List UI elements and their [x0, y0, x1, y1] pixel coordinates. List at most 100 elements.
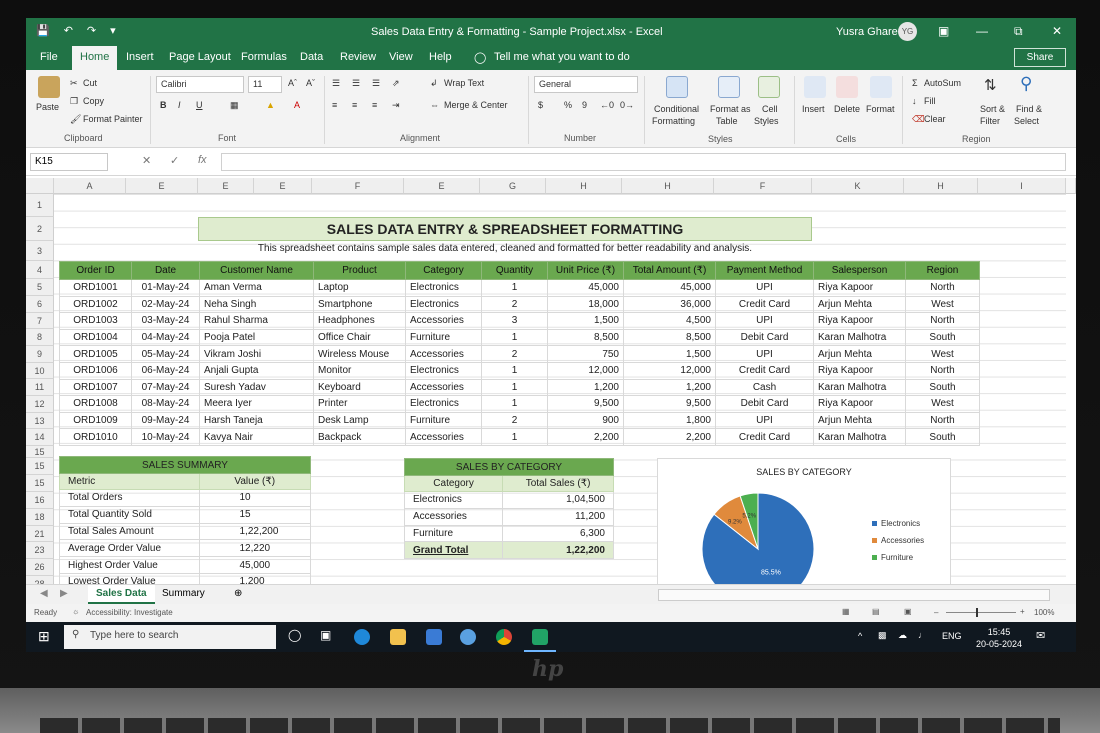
row-header[interactable]: 15 [26, 446, 54, 458]
table-cell[interactable]: Electronics [405, 279, 482, 297]
table-cell[interactable]: West [905, 345, 980, 363]
table-cell[interactable]: 01-May-24 [131, 279, 200, 297]
cloud-icon[interactable]: ☁ [898, 630, 907, 641]
row-header[interactable]: 1 [26, 194, 54, 217]
table-cell[interactable]: Arjun Mehta [813, 411, 906, 430]
accessibility-status[interactable]: Accessibility: Investigate [86, 608, 173, 617]
table-cell[interactable]: 12,000 [623, 361, 716, 380]
table-cell[interactable]: 02-May-24 [131, 295, 200, 314]
column-header[interactable]: E [404, 178, 480, 194]
table-cell[interactable]: West [905, 295, 980, 314]
cell-styles-label[interactable]: Styles [754, 116, 779, 126]
windows-start-icon[interactable]: ⊞ [38, 628, 50, 645]
table-cell[interactable]: Pooja Patel [199, 328, 314, 347]
sheet-tab-summary[interactable]: Summary [154, 585, 213, 604]
table-header[interactable]: Region [905, 261, 980, 280]
table-cell[interactable]: 900 [547, 411, 624, 430]
table-cell[interactable]: 07-May-24 [131, 378, 200, 397]
currency-icon[interactable]: $ [538, 100, 543, 110]
column-header[interactable]: E [126, 178, 198, 194]
table-cell[interactable]: 2 [481, 295, 548, 314]
table-cell[interactable]: South [905, 428, 980, 446]
cell-styles-button[interactable]: Cell [762, 104, 778, 114]
table-cell[interactable]: North [905, 411, 980, 430]
zoom-slider[interactable] [946, 612, 1016, 613]
font-color-icon[interactable]: A [294, 100, 300, 110]
row-header[interactable]: 8 [26, 329, 54, 346]
formula-input[interactable] [221, 153, 1066, 171]
table-cell[interactable]: Electronics [405, 361, 482, 380]
table-cell[interactable]: Arjun Mehta [813, 345, 906, 363]
system-tray-icon[interactable]: ^ [858, 631, 862, 641]
row-header[interactable]: 26 [26, 559, 54, 576]
table-cell[interactable]: 1,200 [547, 378, 624, 397]
conditional-formatting-button[interactable]: Conditional [654, 104, 699, 114]
align-top-icon[interactable]: ☰ [332, 78, 340, 89]
format-as-table-button[interactable]: Format as [710, 104, 751, 114]
category-header[interactable]: Category [403, 475, 504, 492]
table-cell[interactable]: Rahul Sharma [199, 312, 314, 330]
table-cell[interactable]: 750 [547, 345, 624, 363]
table-header[interactable]: Date [131, 261, 200, 280]
format-as-table-label[interactable]: Table [716, 116, 738, 126]
table-cell[interactable]: Aman Verma [199, 279, 314, 297]
table-header[interactable]: Customer Name [199, 261, 314, 280]
align-center-icon[interactable]: ≡ [352, 100, 357, 110]
table-cell[interactable]: 11,200 [502, 507, 614, 526]
table-cell[interactable]: Electronics [405, 395, 482, 413]
table-cell[interactable]: Monitor [313, 361, 406, 380]
table-cell[interactable]: 06-May-24 [131, 361, 200, 380]
table-cell[interactable]: Wireless Mouse [313, 345, 406, 363]
table-cell[interactable]: 4,500 [623, 312, 716, 330]
table-cell[interactable]: ORD1007 [59, 378, 132, 397]
align-bottom-icon[interactable]: ☰ [372, 78, 380, 89]
table-cell[interactable]: ORD1002 [59, 295, 132, 314]
tab-file[interactable]: File [40, 51, 58, 63]
row-header[interactable]: 9 [26, 346, 54, 363]
tab-home[interactable]: Home [72, 46, 118, 70]
table-header[interactable]: Unit Price (₹) [547, 261, 624, 280]
cancel-icon[interactable]: ✕ [142, 154, 151, 167]
fill-icon[interactable]: ↓ [912, 96, 917, 106]
table-cell[interactable]: 15 [198, 505, 311, 524]
table-cell[interactable]: ORD1010 [59, 428, 132, 446]
sheet-title[interactable]: SALES DATA ENTRY & SPREADSHEET FORMATTIN… [198, 217, 812, 241]
fill-color-icon[interactable]: ▲ [266, 100, 275, 110]
pie-chart[interactable]: SALES BY CATEGORY 85.5% 9.2% 5.2% Electron… [657, 458, 951, 606]
borders-icon[interactable]: ▦ [230, 100, 239, 111]
tab-formulas[interactable]: Formulas [241, 51, 287, 63]
table-cell[interactable]: North [905, 279, 980, 297]
summary-title[interactable]: SALES SUMMARY [59, 456, 311, 474]
zoom-level[interactable]: 100% [1034, 608, 1054, 617]
table-cell[interactable]: 1 [481, 378, 548, 397]
table-cell[interactable]: UPI [715, 411, 814, 430]
table-cell[interactable]: 12,220 [198, 539, 311, 558]
page-layout-view-icon[interactable]: ▤ [872, 607, 880, 616]
insert-function-icon[interactable]: fx [198, 154, 207, 166]
grand-total-label[interactable]: Grand Total [403, 541, 504, 560]
shrink-font-icon[interactable]: Aˇ [306, 78, 315, 88]
tell-me-search[interactable]: Tell me what you want to do [494, 51, 630, 63]
row-header[interactable]: 13 [26, 413, 54, 429]
column-header[interactable]: H [904, 178, 978, 194]
table-cell[interactable]: Furniture [405, 411, 482, 430]
table-cell[interactable]: ORD1004 [59, 328, 132, 347]
paste-button[interactable]: Paste [36, 102, 59, 112]
cell-styles-icon[interactable] [758, 76, 780, 98]
table-cell[interactable]: UPI [715, 312, 814, 330]
table-cell[interactable]: Highest Order Value [59, 556, 200, 574]
table-cell[interactable]: Accessories [405, 312, 482, 330]
table-cell[interactable]: 1,800 [623, 411, 716, 430]
table-cell[interactable]: ORD1001 [59, 279, 132, 297]
row-header[interactable]: 21 [26, 526, 54, 542]
tab-help[interactable]: Help [429, 51, 452, 63]
row-header[interactable]: 14 [26, 429, 54, 446]
column-header[interactable]: K [812, 178, 904, 194]
table-cell[interactable]: West [905, 395, 980, 413]
close-icon[interactable]: ✕ [1052, 24, 1062, 38]
table-cell[interactable]: Vikram Joshi [199, 345, 314, 363]
paste-icon[interactable] [38, 76, 60, 98]
format-painter-button[interactable]: Format Painter [83, 114, 143, 124]
merge-center-button[interactable]: Merge & Center [444, 100, 508, 110]
save-icon[interactable]: 💾 [36, 24, 50, 37]
